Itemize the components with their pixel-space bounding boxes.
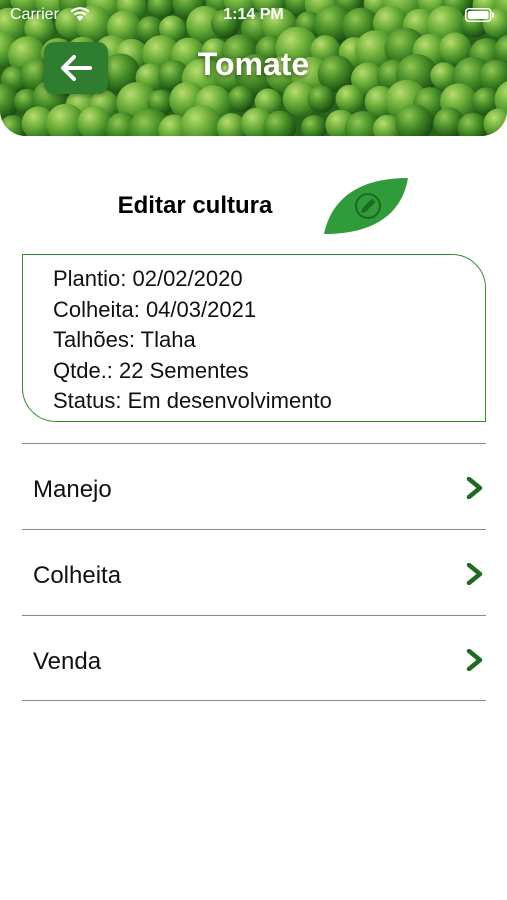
- status-bar: Carrier 1:14 PM: [0, 0, 507, 30]
- header: Carrier 1:14 PM Tomate: [0, 0, 507, 136]
- chevron-right-icon: [466, 649, 483, 671]
- chevron-right-icon: [466, 563, 483, 585]
- menu-item-colheita[interactable]: Colheita: [22, 529, 486, 615]
- menu-list: Manejo Colheita Venda: [22, 443, 486, 701]
- page-title: Tomate: [197, 46, 310, 82]
- info-planting-date: Plantio: 02/02/2020: [53, 266, 243, 291]
- info-status: Status: Em desenvolvimento: [53, 388, 332, 413]
- status-time: 1:14 PM: [223, 6, 284, 23]
- edit-crop-button[interactable]: [322, 176, 410, 236]
- info-quantity: Qtde.: 22 Sementes: [53, 357, 249, 383]
- chevron-right-icon: [466, 477, 483, 499]
- info-plots: Talhões: Tlaha: [53, 327, 196, 352]
- info-harvest-date: Colheita: 04/03/2021: [53, 296, 257, 322]
- menu-item-label: Venda: [33, 648, 102, 675]
- menu-item-venda[interactable]: Venda: [22, 615, 486, 701]
- edit-section: Editar cultura: [0, 176, 507, 236]
- menu-item-manejo[interactable]: Manejo: [22, 443, 486, 529]
- battery-icon: [465, 8, 495, 22]
- menu-item-label: Manejo: [33, 476, 112, 503]
- menu-item-label: Colheita: [33, 562, 122, 589]
- crop-info-card: Plantio: 02/02/2020 Colheita: 04/03/2021…: [22, 254, 486, 422]
